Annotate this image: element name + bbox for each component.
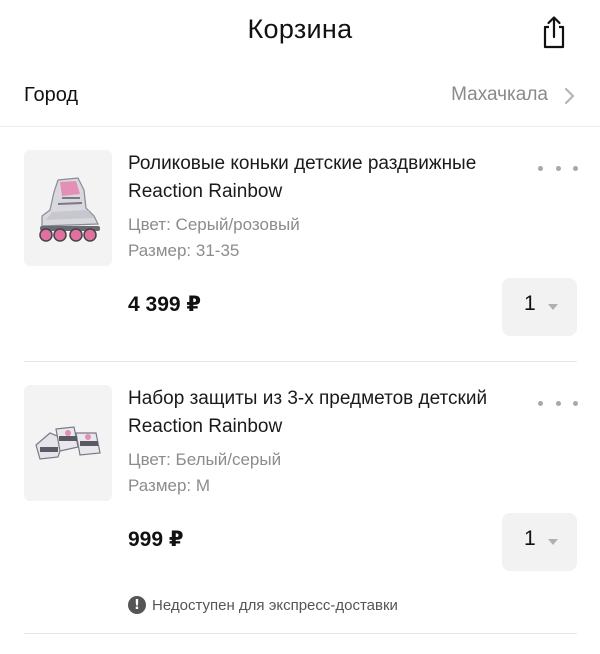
more-dots-icon <box>538 165 543 171</box>
city-value: Махачкала <box>451 84 548 105</box>
page-title: Корзина <box>247 14 353 44</box>
item-color: Цвет: Серый/розовый <box>128 215 300 234</box>
city-selector[interactable]: Город Махачкала <box>0 74 600 127</box>
protection-set-image[interactable] <box>24 385 112 501</box>
city-label: Город <box>24 84 79 106</box>
item-price: 4 399 ₽ <box>128 293 201 316</box>
caret-down-icon <box>548 304 558 310</box>
inline-skates-image[interactable] <box>24 150 112 266</box>
item-size: Размер: M <box>128 476 211 495</box>
quantity-selector[interactable]: 1 <box>502 278 577 336</box>
caret-down-icon <box>548 539 558 545</box>
header: Корзина <box>0 0 600 64</box>
quantity-selector[interactable]: 1 <box>502 513 577 571</box>
item-name[interactable]: Набор защиты из 3-х предметов детский Re… <box>128 385 508 441</box>
item-color: Цвет: Белый/серый <box>128 450 282 469</box>
item-size: Размер: 31-35 <box>128 241 240 260</box>
item-name[interactable]: Роликовые коньки детские раздвижные Reac… <box>128 150 508 206</box>
share-button[interactable] <box>538 14 570 50</box>
more-dots-icon <box>538 400 543 406</box>
cart-item: Набор защиты из 3-х предметов детский Re… <box>24 385 578 634</box>
more-options-button[interactable] <box>538 160 578 176</box>
quantity-value: 1 <box>524 527 536 550</box>
notice-text: Недоступен для экспресс-доставки <box>152 596 398 614</box>
skate-picture <box>39 177 100 242</box>
share-icon <box>543 16 565 49</box>
quantity-value: 1 <box>524 292 536 315</box>
exclamation-circle-icon: ! <box>128 596 146 614</box>
chevron-right-icon <box>564 87 575 105</box>
cart-item: Роликовые коньки детские раздвижные Reac… <box>24 150 578 362</box>
item-price: 999 ₽ <box>128 528 184 551</box>
delivery-notice: ! Недоступен для экспресс-доставки <box>128 595 398 615</box>
more-options-button[interactable] <box>538 395 578 411</box>
protection-picture <box>35 426 101 460</box>
